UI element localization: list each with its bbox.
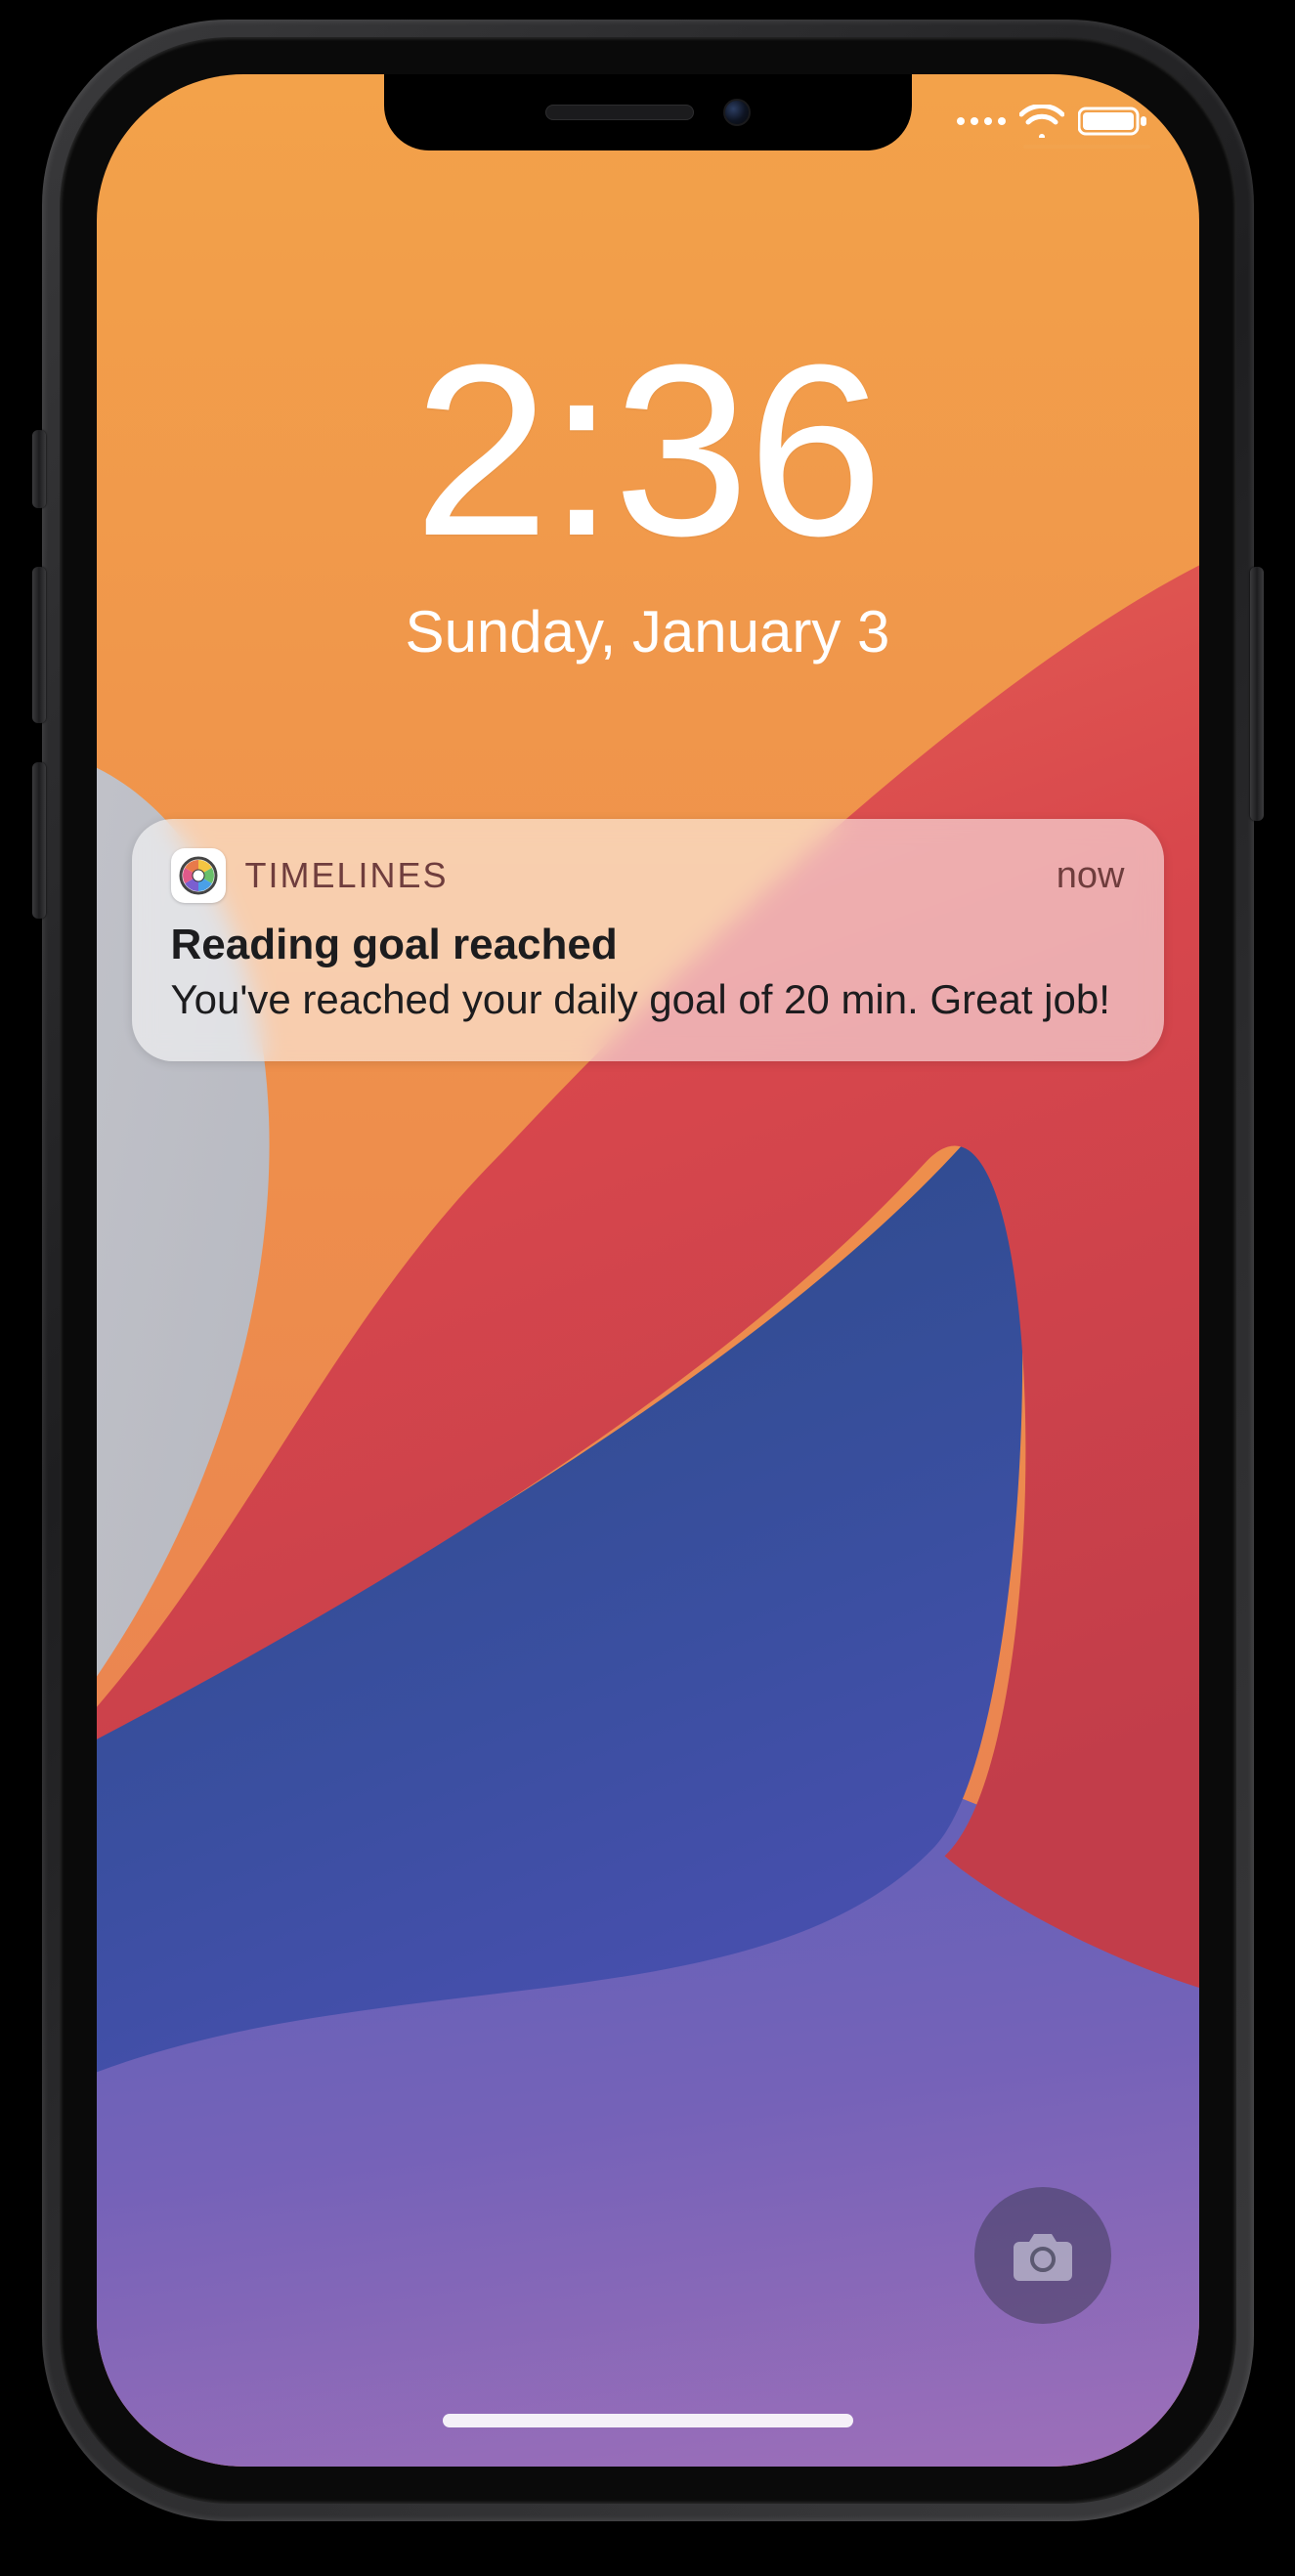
clock-date: Sunday, January 3 <box>97 598 1199 665</box>
status-underline <box>1023 145 1150 149</box>
notification-header: TIMELINES now <box>171 848 1125 903</box>
front-camera <box>723 99 751 126</box>
notch <box>384 74 912 150</box>
notification-title: Reading goal reached <box>171 921 1125 969</box>
lock-screen-clock: 2:36 Sunday, January 3 <box>97 328 1199 665</box>
notification-app-name: TIMELINES <box>245 855 449 896</box>
clock-time: 2:36 <box>97 328 1199 573</box>
battery-full-icon <box>1078 106 1148 137</box>
notification-timestamp: now <box>1057 855 1125 897</box>
volume-up[interactable] <box>32 567 46 723</box>
phone-bezel: 2:36 Sunday, January 3 <box>60 37 1236 2504</box>
screen: 2:36 Sunday, January 3 <box>97 74 1199 2467</box>
notification-body: You've reached your daily goal of 20 min… <box>171 973 1125 1026</box>
cellular-dots-icon <box>955 112 1006 130</box>
volume-down[interactable] <box>32 762 46 919</box>
phone-frame: 2:36 Sunday, January 3 <box>42 20 1254 2521</box>
home-indicator[interactable] <box>443 2414 853 2427</box>
earpiece-speaker <box>545 105 694 120</box>
mute-switch[interactable] <box>32 430 46 508</box>
timelines-app-icon <box>171 848 226 903</box>
power-button[interactable] <box>1250 567 1264 821</box>
notification-card[interactable]: TIMELINES now Reading goal reached You'v… <box>132 819 1164 1061</box>
wifi-icon <box>1019 105 1064 138</box>
camera-shortcut-button[interactable] <box>974 2187 1111 2324</box>
